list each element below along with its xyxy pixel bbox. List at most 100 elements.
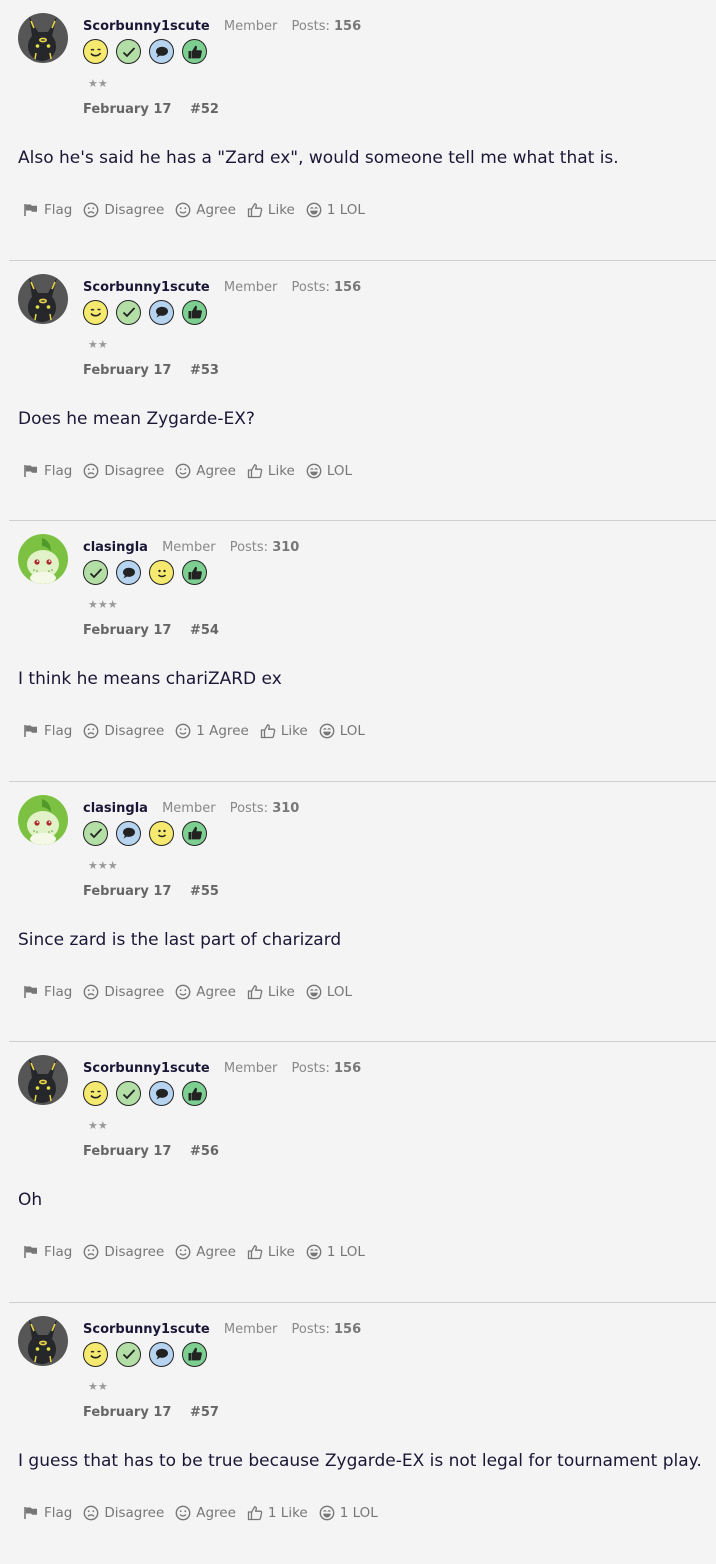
post-reactions: Flag Disagree Agree 1 Like 1 LOL (23, 1505, 389, 1521)
check-badge[interactable] (116, 1341, 141, 1367)
like-label: Like (267, 1244, 295, 1261)
check-badge[interactable] (116, 299, 141, 325)
forum-post: Scorbunny1scute Member Posts: 156 ★★ Feb… (9, 0, 716, 261)
post-date-link[interactable]: February 17 (83, 1144, 171, 1159)
disagree-button[interactable]: Disagree (83, 1244, 164, 1260)
speech-badge[interactable] (116, 820, 141, 846)
post-date-link[interactable]: February 17 (83, 363, 171, 378)
flag-button[interactable]: Flag (23, 984, 72, 1000)
like-label: Like (267, 462, 295, 479)
like-button[interactable]: Like (247, 463, 295, 479)
umbreon-avatar[interactable] (18, 273, 68, 324)
username-link[interactable]: Scorbunny1scute (83, 280, 210, 295)
agree-button[interactable]: Agree (175, 984, 236, 1000)
umbreon-avatar[interactable] (18, 1315, 68, 1366)
speech-badge[interactable] (149, 1341, 174, 1367)
post-number-link[interactable]: #54 (190, 623, 219, 638)
flag-button[interactable]: Flag (23, 723, 72, 739)
disagree-button[interactable]: Disagree (83, 984, 164, 1000)
smile-badge[interactable] (149, 560, 174, 586)
post-number-link[interactable]: #53 (190, 363, 219, 378)
speech-badge[interactable] (116, 560, 141, 586)
check-badge[interactable] (83, 560, 108, 586)
thumbs-up-icon (247, 202, 268, 218)
thumbs-up-icon (260, 723, 281, 739)
post-date-link[interactable]: February 17 (83, 1405, 171, 1420)
thumbs-up-badge[interactable] (182, 560, 207, 586)
username-link[interactable]: clasingla (83, 801, 148, 816)
posts-count: 156 (334, 1061, 362, 1077)
umbreon-avatar[interactable] (18, 13, 68, 63)
umbreon-avatar[interactable] (18, 1055, 68, 1106)
disagree-label: Disagree (104, 1504, 165, 1521)
post-reactions: Flag Disagree Agree Like 1 LOL (23, 202, 376, 218)
flag-button[interactable]: Flag (23, 463, 72, 479)
disagree-button[interactable]: Disagree (83, 723, 164, 739)
check-badge[interactable] (116, 1081, 141, 1107)
agree-button[interactable]: Agree (175, 1244, 236, 1260)
thumbs-up-badge[interactable] (182, 820, 207, 846)
thumbs-up-icon (247, 463, 268, 479)
post-author-meta: Scorbunny1scute Member Posts: 156 (83, 280, 361, 295)
lol-button[interactable]: 1 LOL (306, 202, 365, 218)
username-link[interactable]: clasingla (83, 540, 148, 555)
like-button[interactable]: 1 Like (247, 1505, 308, 1521)
wink-badge[interactable] (83, 1341, 108, 1367)
thumbs-up-badge[interactable] (182, 39, 207, 64)
flag-label: Flag (44, 462, 73, 479)
wink-badge[interactable] (83, 39, 108, 64)
lol-button[interactable]: 1 LOL (319, 1505, 378, 1521)
thumbs-up-badge[interactable] (182, 299, 207, 325)
disagree-button[interactable]: Disagree (83, 202, 164, 218)
post-author-meta: clasingla Member Posts: 310 (83, 540, 299, 555)
wink-badge[interactable] (83, 1081, 108, 1107)
agree-button[interactable]: 1 Agree (175, 723, 249, 739)
post-number-link[interactable]: #55 (190, 884, 219, 899)
post-date-link[interactable]: February 17 (83, 623, 171, 638)
post-number-link[interactable]: #57 (190, 1405, 219, 1420)
speech-badge[interactable] (149, 1081, 174, 1107)
username-link[interactable]: Scorbunny1scute (83, 1322, 210, 1337)
wink-badge[interactable] (83, 299, 108, 325)
lol-button[interactable]: 1 LOL (306, 1244, 365, 1260)
like-button[interactable]: Like (247, 202, 295, 218)
lol-button[interactable]: LOL (306, 463, 352, 479)
frown-icon (83, 202, 104, 218)
flag-button[interactable]: Flag (23, 202, 72, 218)
lol-button[interactable]: LOL (319, 723, 365, 739)
check-badge[interactable] (116, 39, 141, 64)
smile-icon (175, 463, 196, 479)
post-author-meta: Scorbunny1scute Member Posts: 156 (83, 1061, 361, 1076)
smile-badge[interactable] (149, 820, 174, 846)
check-badge[interactable] (83, 820, 108, 846)
disagree-button[interactable]: Disagree (83, 463, 164, 479)
disagree-button[interactable]: Disagree (83, 1505, 164, 1521)
post-number-link[interactable]: #56 (190, 1144, 219, 1159)
like-button[interactable]: Like (247, 1244, 295, 1260)
thumbs-up-badge[interactable] (182, 1341, 207, 1367)
thumbs-up-badge[interactable] (182, 1081, 207, 1107)
speech-badge[interactable] (149, 299, 174, 325)
like-button[interactable]: Like (247, 984, 295, 1000)
chikorita-avatar[interactable] (18, 794, 68, 845)
lol-button[interactable]: LOL (306, 984, 352, 1000)
agree-button[interactable]: Agree (175, 202, 236, 218)
flag-button[interactable]: Flag (23, 1244, 72, 1260)
flag-button[interactable]: Flag (23, 1505, 72, 1521)
flag-label: Flag (44, 983, 73, 1000)
post-author-meta: Scorbunny1scute Member Posts: 156 (83, 1322, 361, 1337)
chikorita-avatar[interactable] (18, 534, 68, 585)
disagree-label: Disagree (104, 983, 165, 1000)
username-link[interactable]: Scorbunny1scute (83, 19, 210, 34)
speech-badge[interactable] (149, 39, 174, 64)
agree-button[interactable]: Agree (175, 463, 236, 479)
forum-post: Scorbunny1scute Member Posts: 156 ★★ Feb… (9, 261, 716, 522)
username-link[interactable]: Scorbunny1scute (83, 1061, 210, 1076)
post-number-link[interactable]: #52 (190, 102, 219, 117)
post-date-link[interactable]: February 17 (83, 884, 171, 899)
agree-button[interactable]: Agree (175, 1505, 236, 1521)
rank-stars: ★★ (88, 337, 108, 351)
post-date-link[interactable]: February 17 (83, 102, 171, 117)
post-body: I guess that has to be true because Zyga… (18, 1450, 702, 1471)
like-button[interactable]: Like (260, 723, 308, 739)
